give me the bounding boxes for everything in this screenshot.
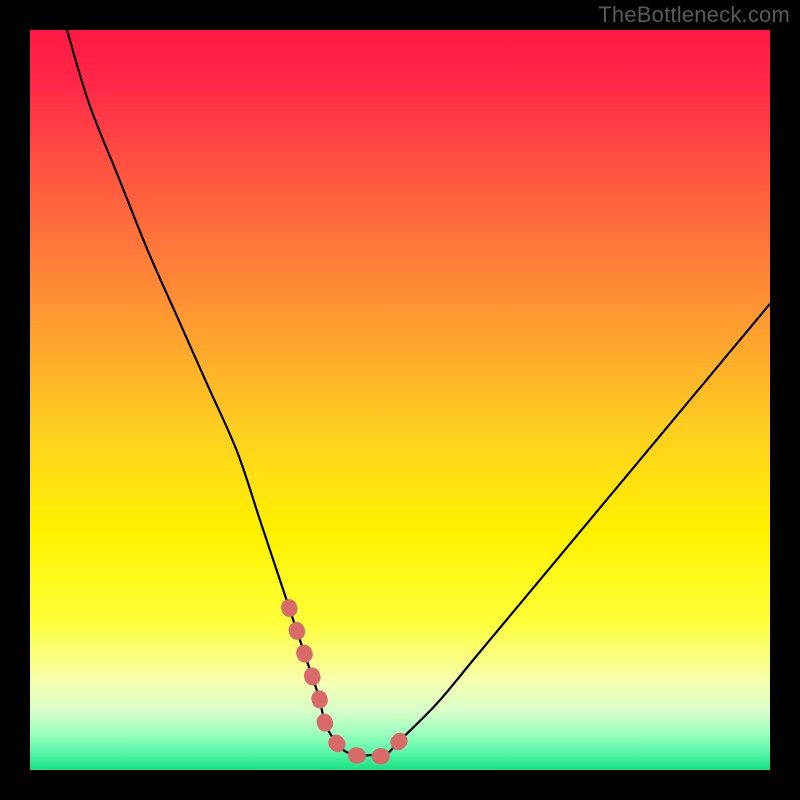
chart-frame: TheBottleneck.com [0, 0, 800, 800]
optimal-range-highlight [289, 607, 400, 756]
curve-layer [30, 30, 770, 770]
plot-area [30, 30, 770, 770]
bottleneck-curve [67, 30, 770, 756]
watermark-text: TheBottleneck.com [598, 2, 790, 28]
